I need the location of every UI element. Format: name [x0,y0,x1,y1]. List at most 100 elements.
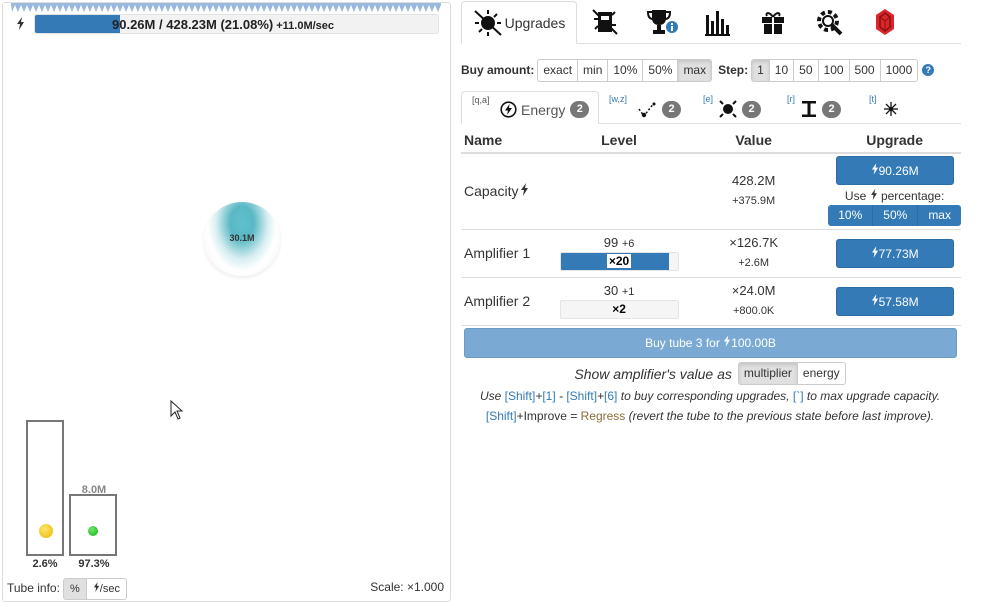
tab-shop[interactable] [857,1,913,43]
step-1000[interactable]: 1000 [879,58,919,82]
percentage-10-button[interactable]: 10% [828,205,874,227]
upgrade-level: 99 +6 ×20 [559,229,680,278]
upgrade-cost: 90.26M [878,164,919,179]
energy-percent: (21.08%) [220,17,274,32]
upgrade-value: ×126.7K +2.6M [679,229,829,278]
step-10[interactable]: 10 [768,58,795,82]
help-text: = [566,409,581,423]
energy-progress-fill [35,15,120,33]
tab-burst-badge: 2 [742,100,761,118]
tab-statistics[interactable] [689,1,745,43]
step-label: Step: [718,63,749,77]
help-key: [1] [542,389,556,403]
energy-readout: 90.26M / 428.23M (21.08%) +11.0M/sec [112,17,334,32]
table-row: Capacity 428.2M +375.9M 90.26M Use perce… [461,153,961,230]
buy-amount-label: Buy amount: [461,63,535,77]
upgrade-table: Name Level Value Upgrade Capacity 428.2M… [461,127,961,326]
upgrade-value-delta: +2.6M [738,257,770,269]
upgrade-value-main: 428.2M [731,173,776,189]
amplifier-display-multiplier[interactable]: multiplier [737,362,798,385]
level-value: 99 [603,235,619,250]
tab-settings[interactable] [801,1,857,43]
tube-1-percent: 2.6% [32,558,58,570]
tab-burst[interactable]: [e] 2 [693,91,777,123]
level-multiplier: ×20 [606,254,632,268]
tab-tubes[interactable] [577,1,633,43]
buy-tube-button[interactable]: Buy tube 3 for 100.00B [464,328,957,358]
tube-1[interactable] [26,420,64,556]
tube-1-ball [39,524,53,538]
help-text: - [555,389,567,403]
tab-height-key: [r] [787,94,795,104]
upgrade-name-cell: Capacity [461,153,560,230]
level-plus: +1 [621,286,635,298]
upgrade-capacity-button[interactable]: 90.26M [835,156,954,186]
percentage-50-button[interactable]: 50% [873,205,919,227]
level-plus: +6 [621,238,635,250]
upgrade-value-delta: +800.0K [732,305,775,317]
question-icon[interactable]: ? [922,64,935,76]
help-key: [`] [792,389,804,403]
upgrade-level [559,153,680,230]
stats-icon [705,11,730,36]
buy-controls: Buy amount: exact min 10% 50% max Step: … [461,58,935,82]
table-row: Amplifier 2 30 +1 ×2 ×24.0M +800.0K 57.5… [461,277,961,326]
percentage-max-button[interactable]: max [918,205,961,227]
amplifier-display-energy[interactable]: energy [796,362,846,385]
ruby-icon [876,9,894,35]
bolt-icon [93,582,99,592]
scale-readout: Scale: ×1.000 [370,580,444,594]
buy-amount-50pct[interactable]: 50% [642,58,679,82]
upgrade-cell: 77.73M [828,229,961,278]
tab-energy-key: [q,a] [472,95,490,105]
col-value-header: Value [679,127,829,154]
buy-amount-min[interactable]: min [577,58,609,82]
tube-2[interactable] [69,494,117,556]
step-50[interactable]: 50 [793,58,819,82]
tab-amplifiers[interactable]: [w,z] 2 [599,91,693,123]
step-500[interactable]: 500 [848,58,881,82]
upgrade-cost: 57.58M [878,294,919,309]
step-100[interactable]: 100 [817,58,850,82]
tab-upgrades[interactable]: Upgrades [461,1,577,44]
bubble-label: 30.1M [229,233,255,243]
tab-gifts[interactable] [745,1,801,43]
mouse-cursor-icon [170,400,184,420]
tube-2-ball [88,526,98,536]
shortcut-help-line: Use [Shift]+[1] - [Shift]+[6] to buy cor… [459,389,961,403]
help-text: +Improve [516,409,567,423]
amplifier-display-row: Show amplifier's value as multiplier ene… [459,362,961,385]
help-text: to buy corresponding upgrades, [620,389,790,403]
tab-amplifiers-key: [w,z] [609,94,628,104]
help-text: (revert the tube to the previous state b… [628,409,935,423]
amplifier-display-label: Show amplifier's value as [574,365,732,382]
help-key: [Shift] [566,389,598,403]
tab-sparkle[interactable]: [t] [859,91,919,123]
upgrade-amplifier-1-button[interactable]: 77.73M [835,238,954,268]
tube-info-rate-button[interactable]: /sec [86,578,127,600]
buy-amount-exact[interactable]: exact [537,58,579,82]
col-name-header: Name [461,127,560,154]
upgrade-amplifier-2-button[interactable]: 57.58M [835,286,954,316]
tube-info-percent-button[interactable]: % [63,578,87,600]
regress-help-line: [Shift]+Improve = Regress (revert the tu… [459,409,961,423]
tab-height-badge: 2 [822,100,841,118]
upgrade-value-main: ×126.7K [729,235,779,250]
step-1[interactable]: 1 [751,58,770,82]
amplifier-display-group: multiplier energy [737,362,846,385]
buy-amount-group: exact min 10% 50% max [537,58,713,82]
percentage-group: 10% 50% max [828,205,961,227]
bolt-icon [871,245,878,258]
sparkle-icon [884,102,898,116]
buy-amount-10pct[interactable]: 10% [607,58,644,82]
buy-amount-max[interactable]: max [677,58,713,82]
tab-height[interactable]: [r] 2 [777,91,859,123]
tab-achievements[interactable] [633,1,689,43]
upgrade-cost: 77.73M [878,246,919,261]
upgrade-cell: 57.58M [828,277,961,326]
tubes-icon [592,9,618,35]
upgrade-level: 30 +1 ×2 [559,277,680,326]
bolt-icon [871,293,878,306]
energy-bubble[interactable]: 30.1M [204,202,280,276]
tab-energy[interactable]: [q,a] Energy 2 [461,91,599,124]
